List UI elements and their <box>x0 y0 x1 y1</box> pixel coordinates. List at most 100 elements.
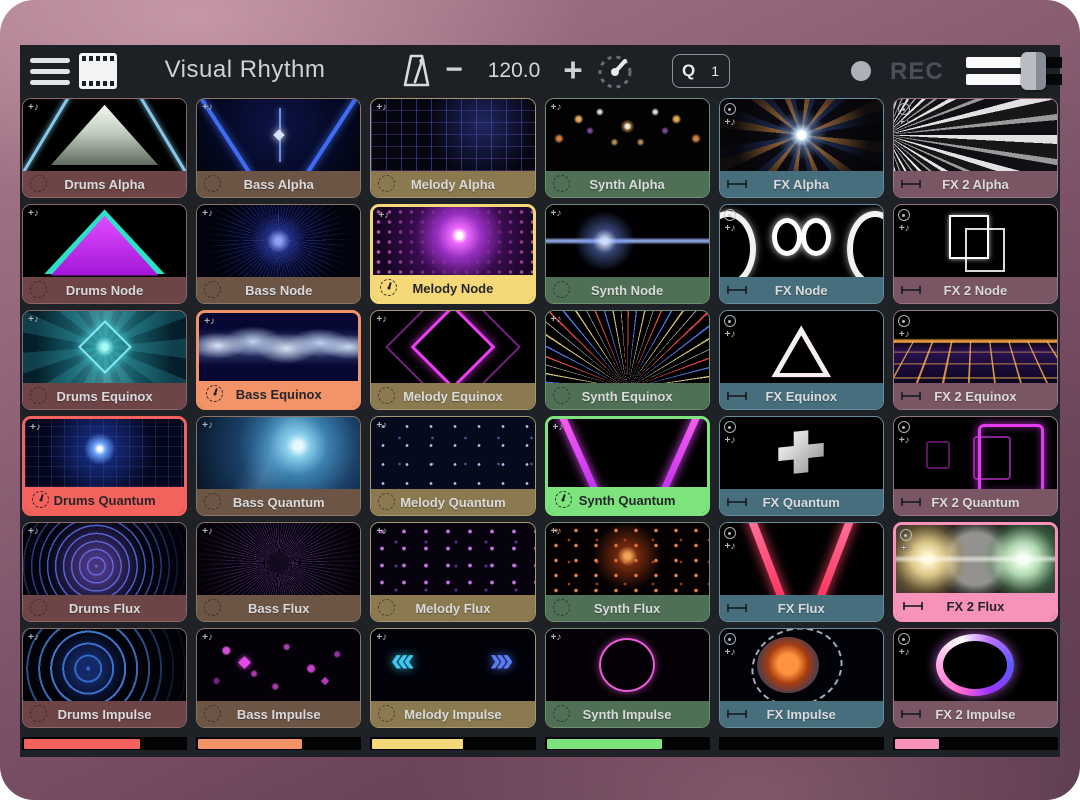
clip-thumbnail: +♪ <box>720 629 883 701</box>
slider-thumb[interactable] <box>1021 52 1046 90</box>
audio-follow-icon: +♪ <box>28 102 39 113</box>
menu-icon[interactable] <box>30 58 70 85</box>
clip-label: FX Impulse <box>767 707 836 722</box>
clip-melody-equinox[interactable]: +♪Melody Equinox <box>370 310 535 410</box>
tempo-decrease-button[interactable]: − <box>438 53 470 87</box>
clip-fx-node[interactable]: +♪FX Node <box>719 204 884 304</box>
audio-follow-icon: +♪ <box>901 543 912 554</box>
clip-synth-impulse[interactable]: +♪Synth Impulse <box>545 628 710 728</box>
audio-follow-icon: +♪ <box>28 632 39 643</box>
clip-fx2-quantum[interactable]: +♪FX 2 Quantum <box>893 416 1058 516</box>
film-strip-icon[interactable] <box>79 53 117 89</box>
meter-fx[interactable] <box>719 737 884 750</box>
clip-thumbnail: +♪ <box>720 205 883 277</box>
meter-drums[interactable] <box>22 737 187 750</box>
clip-bass-node[interactable]: +♪Bass Node <box>196 204 361 304</box>
rec-label: REC <box>890 58 944 86</box>
clip-drums-alpha[interactable]: +♪Drums Alpha <box>22 98 187 198</box>
clip-thumbnail: +♪ <box>23 99 186 171</box>
clip-label: FX 2 Quantum <box>931 495 1019 510</box>
clip-fx-flux[interactable]: +♪FX Flux <box>719 522 884 622</box>
app-window: Visual Rhythm − 120.0 + Q 1 REC <box>20 45 1060 757</box>
clip-label: Bass Flux <box>248 601 309 616</box>
clip-fx-equinox[interactable]: +♪ FX Equinox <box>719 310 884 410</box>
tempo-value[interactable]: 120.0 <box>472 59 556 83</box>
audio-follow-icon: +♪ <box>30 422 41 433</box>
audio-follow-icon: +♪ <box>899 223 910 234</box>
clip-thumbnail: +♪ <box>546 311 709 383</box>
clip-synth-flux[interactable]: +♪ Synth Flux <box>545 522 710 622</box>
sync-dial-icon[interactable] <box>594 50 636 92</box>
metronome-icon[interactable] <box>403 54 430 88</box>
record-indicator[interactable] <box>851 61 871 81</box>
clip-label-bar: FX Equinox <box>720 383 883 409</box>
clip-synth-node[interactable]: +♪Synth Node <box>545 204 710 304</box>
clip-label-bar: Drums Quantum <box>25 487 184 513</box>
clip-drums-equinox[interactable]: +♪Drums Equinox <box>22 310 187 410</box>
clip-drums-quantum[interactable]: +♪ Drums Quantum <box>22 416 187 516</box>
hold-mode-icon <box>727 498 747 506</box>
clip-synth-quantum[interactable]: +♪Synth Quantum <box>545 416 710 516</box>
clip-label-bar: Synth Flux <box>546 595 709 621</box>
clip-thumbnail: +♪ <box>23 311 186 383</box>
clip-thumbnail: +♪ <box>25 419 184 487</box>
clip-drums-node[interactable]: +♪Drums Node <box>22 204 187 304</box>
meter-fill <box>24 739 140 749</box>
audio-follow-icon: +♪ <box>378 210 389 221</box>
clip-drums-flux[interactable]: +♪Drums Flux <box>22 522 187 622</box>
clip-drums-impulse[interactable]: +♪Drums Impulse <box>22 628 187 728</box>
clip-synth-alpha[interactable]: +♪Synth Alpha <box>545 98 710 198</box>
meter-bass[interactable] <box>196 737 361 750</box>
clip-fx2-node[interactable]: +♪FX 2 Node <box>893 204 1058 304</box>
tempo-increase-button[interactable]: + <box>556 51 590 89</box>
audio-follow-icon: +♪ <box>202 208 213 219</box>
clip-label: FX 2 Alpha <box>942 177 1009 192</box>
clip-label: Drums Quantum <box>54 493 156 508</box>
clip-fx2-impulse[interactable]: +♪FX 2 Impulse <box>893 628 1058 728</box>
clip-label-bar: FX 2 Impulse <box>894 701 1057 727</box>
clip-label-bar: FX Flux <box>720 595 883 621</box>
clip-fx2-equinox[interactable]: +♪FX 2 Equinox <box>893 310 1058 410</box>
clip-fx2-alpha[interactable]: +♪FX 2 Alpha <box>893 98 1058 198</box>
clip-thumbnail: +♪ <box>894 205 1057 277</box>
clip-fx-impulse[interactable]: +♪ FX Impulse <box>719 628 884 728</box>
launch-dial-icon <box>204 175 221 192</box>
launch-dial-icon <box>30 387 47 404</box>
launch-dial-icon <box>204 705 221 722</box>
clip-bass-alpha[interactable]: +♪ Bass Alpha <box>196 98 361 198</box>
clip-melody-node[interactable]: +♪Melody Node <box>370 204 535 304</box>
clip-label: Melody Alpha <box>411 177 495 192</box>
audio-follow-icon: +♪ <box>202 102 213 113</box>
clip-label-bar: FX 2 Equinox <box>894 383 1057 409</box>
clip-label-bar: FX Alpha <box>720 171 883 197</box>
clip-label-bar: Melody Alpha <box>371 171 534 197</box>
clip-melody-impulse[interactable]: +♪Melody Impulse <box>370 628 535 728</box>
master-slider[interactable] <box>964 52 1064 90</box>
clip-bass-equinox[interactable]: +♪Bass Equinox <box>196 310 361 410</box>
clip-label: FX Quantum <box>763 495 840 510</box>
clip-bass-flux[interactable]: +♪Bass Flux <box>196 522 361 622</box>
clip-label: Bass Alpha <box>244 177 314 192</box>
clip-melody-quantum[interactable]: +♪Melody Quantum <box>370 416 535 516</box>
quantize-box[interactable]: Q 1 <box>672 54 730 88</box>
clip-fx-alpha[interactable]: +♪FX Alpha <box>719 98 884 198</box>
clip-label-bar: Bass Flux <box>197 595 360 621</box>
clip-fx-quantum[interactable]: +♪FX Quantum <box>719 416 884 516</box>
clip-thumbnail: +♪ <box>197 417 360 489</box>
meter-melody[interactable] <box>370 737 535 750</box>
clip-synth-equinox[interactable]: +♪Synth Equinox <box>545 310 710 410</box>
loop-circle-icon <box>724 421 736 433</box>
clip-thumbnail: +♪ <box>199 313 358 381</box>
clip-bass-impulse[interactable]: +♪Bass Impulse <box>196 628 361 728</box>
meter-synth[interactable] <box>545 737 710 750</box>
audio-follow-icon: +♪ <box>551 526 562 537</box>
clip-fx2-flux[interactable]: +♪FX 2 Flux <box>893 522 1058 622</box>
clip-thumbnail: +♪ <box>371 629 534 701</box>
clip-label-bar: Melody Flux <box>371 595 534 621</box>
audio-follow-icon: +♪ <box>725 329 736 340</box>
launch-dial-icon <box>553 599 570 616</box>
clip-melody-flux[interactable]: +♪Melody Flux <box>370 522 535 622</box>
clip-bass-quantum[interactable]: +♪Bass Quantum <box>196 416 361 516</box>
clip-melody-alpha[interactable]: +♪Melody Alpha <box>370 98 535 198</box>
meter-fx-2[interactable] <box>893 737 1058 750</box>
